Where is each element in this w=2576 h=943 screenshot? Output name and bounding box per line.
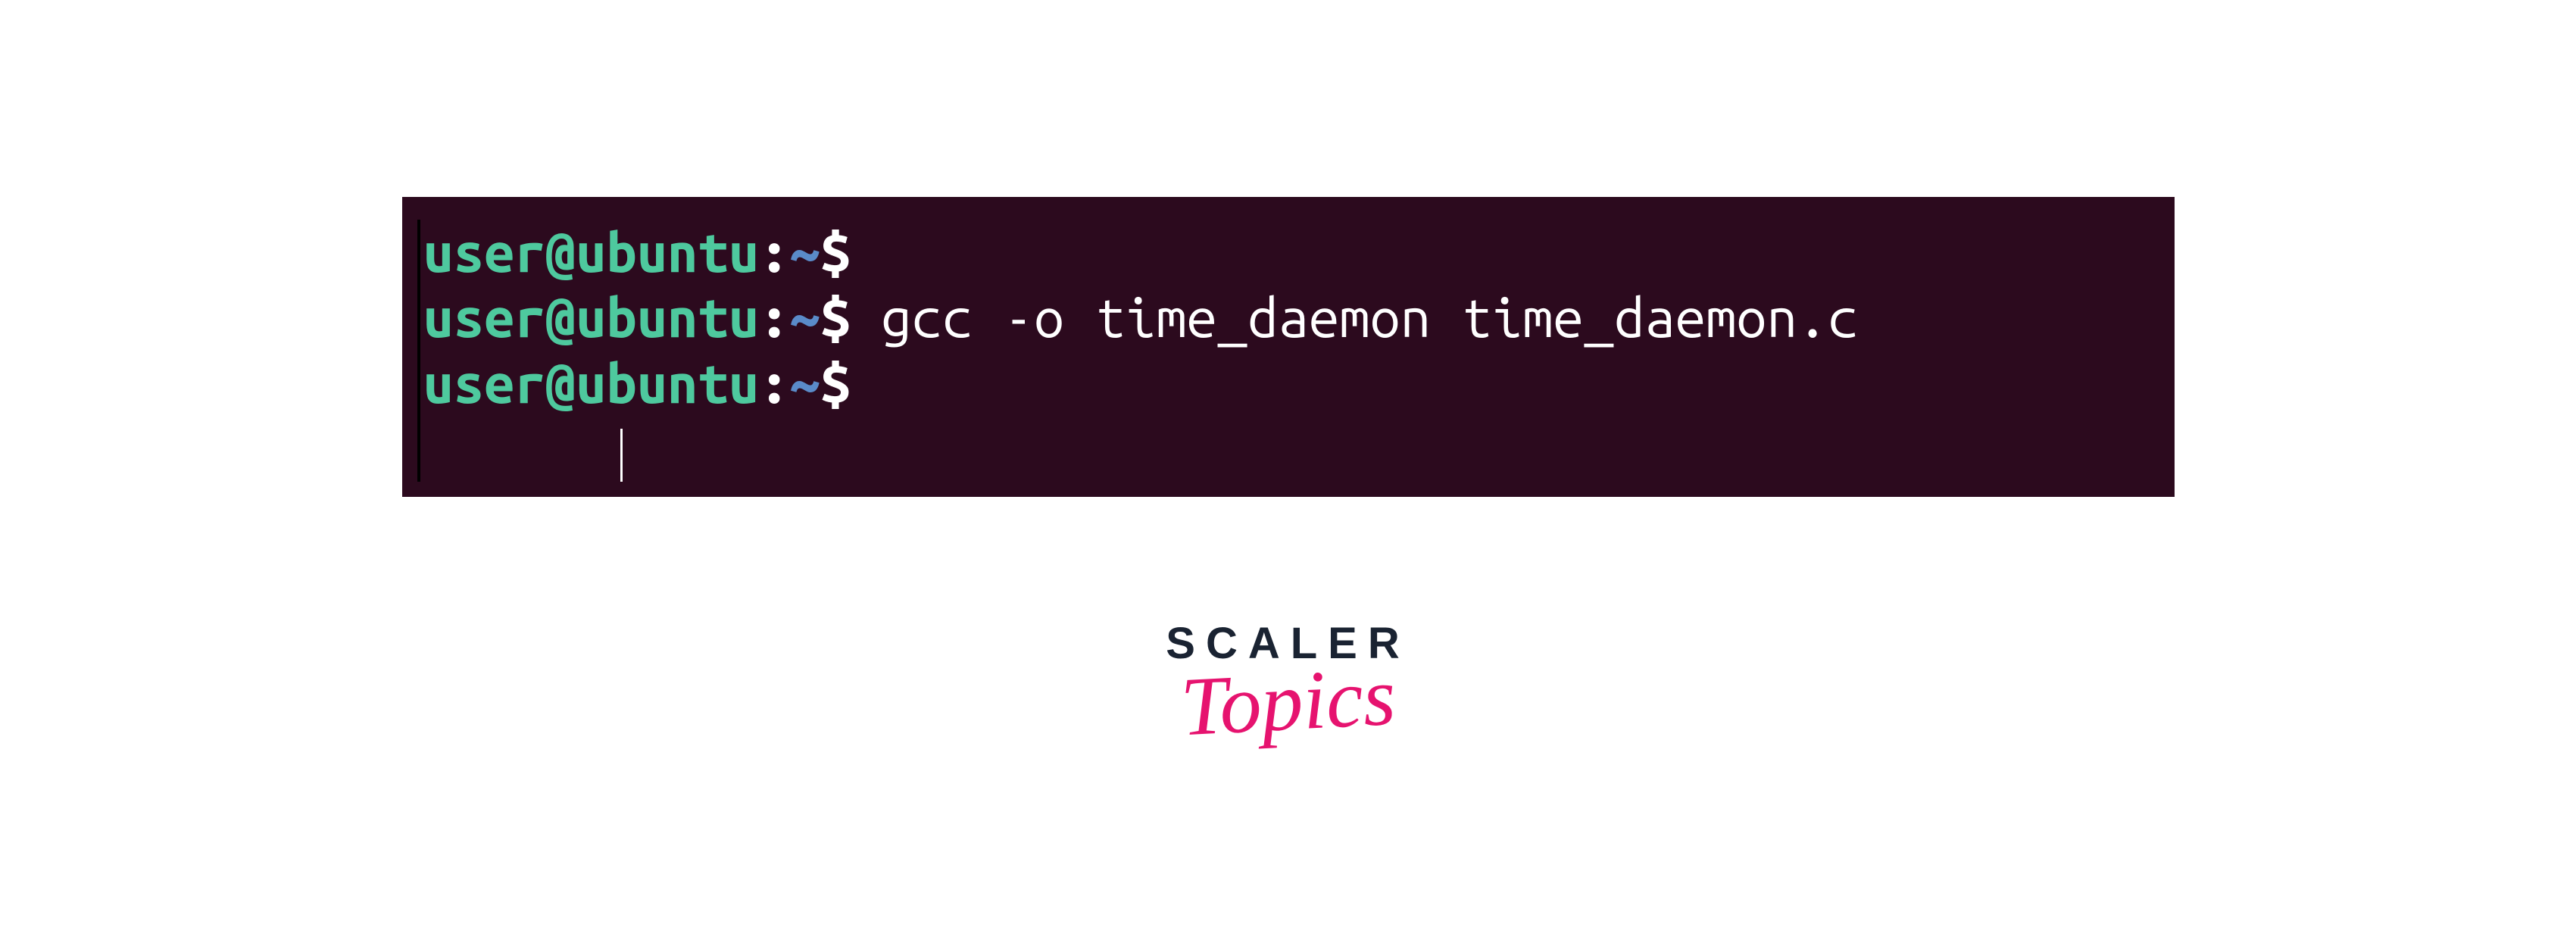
prompt-path: ~ xyxy=(789,221,820,283)
terminal-line: user@ubuntu:~$ gcc -o time_daemon time_d… xyxy=(423,285,2159,350)
prompt-dollar: $ xyxy=(820,286,851,348)
prompt-colon: : xyxy=(759,221,789,283)
prompt-dollar: $ xyxy=(820,221,851,283)
logo: SCALER Topics xyxy=(1166,618,1410,750)
terminal-window[interactable]: user@ubuntu:~$ user@ubuntu:~$ gcc -o tim… xyxy=(402,197,2175,497)
prompt-path: ~ xyxy=(789,352,820,414)
prompt-colon: : xyxy=(759,286,789,348)
terminal-line: user@ubuntu:~$ xyxy=(423,220,2159,285)
prompt-path: ~ xyxy=(789,286,820,348)
prompt-user: user@ubuntu xyxy=(423,221,760,283)
prompt-colon: : xyxy=(759,352,789,414)
terminal-cursor-line xyxy=(423,416,2159,481)
cursor-icon xyxy=(620,429,623,482)
logo-subtext: Topics xyxy=(1179,648,1398,755)
prompt-dollar: $ xyxy=(820,352,851,414)
terminal-content: user@ubuntu:~$ user@ubuntu:~$ gcc -o tim… xyxy=(417,220,2159,482)
terminal-line: user@ubuntu:~$ xyxy=(423,351,2159,416)
prompt-user: user@ubuntu xyxy=(423,286,760,348)
prompt-user: user@ubuntu xyxy=(423,352,760,414)
command-text: gcc -o time_daemon time_daemon.c xyxy=(851,286,1859,348)
